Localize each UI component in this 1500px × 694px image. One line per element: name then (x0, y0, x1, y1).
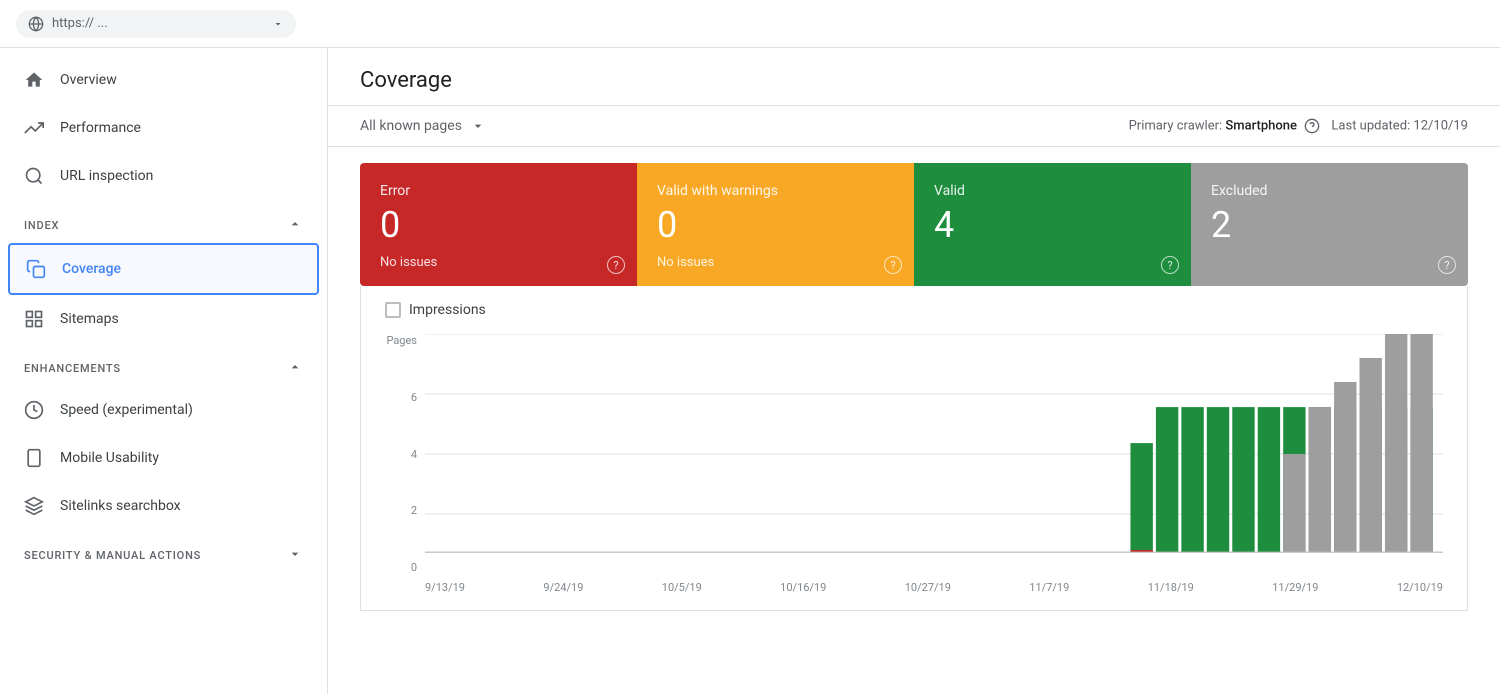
status-cards: Error 0 No issues ? Valid with warnings … (360, 163, 1468, 286)
sidebar-item-coverage[interactable]: Coverage (10, 245, 317, 293)
performance-label: Performance (60, 120, 141, 136)
x-label-7: 11/29/19 (1272, 581, 1318, 594)
main-content: Coverage All known pages Primary crawler… (328, 48, 1500, 694)
y-tick-0: 0 (411, 561, 417, 574)
excluded-label: Excluded (1211, 183, 1448, 199)
status-card-excluded[interactable]: Excluded 2 ? (1191, 163, 1468, 286)
globe-icon (28, 16, 44, 32)
x-label-1: 9/24/19 (543, 581, 583, 594)
sitelinks-searchbox-label: Sitelinks searchbox (60, 498, 181, 514)
valid-label: Valid (934, 183, 1171, 199)
home-icon (24, 70, 44, 90)
error-sub: No issues (380, 255, 617, 270)
sidebar-item-url-inspection[interactable]: URL inspection (0, 152, 327, 200)
copy-icon (26, 259, 46, 279)
x-label-5: 11/7/19 (1029, 581, 1069, 594)
enhancements-collapse-icon[interactable] (287, 359, 303, 378)
enhancements-section-header: Enhancements (0, 351, 327, 386)
top-bar: https:// ... (0, 0, 1500, 48)
excluded-help-icon[interactable]: ? (1438, 256, 1456, 274)
error-label: Error (380, 183, 617, 199)
x-label-0: 9/13/19 (425, 581, 465, 594)
url-bar[interactable]: https:// ... (16, 10, 296, 38)
chart-container: Pages 6 4 2 0 (385, 334, 1443, 594)
x-label-8: 12/10/19 (1397, 581, 1443, 594)
sitemaps-label: Sitemaps (60, 311, 119, 327)
page-title: Coverage (360, 68, 1468, 93)
index-section-header: Index (0, 208, 327, 243)
x-label-4: 10/27/19 (905, 581, 951, 594)
trending-up-icon (24, 118, 44, 138)
app-layout: Overview Performance URL inspection Inde… (0, 48, 1500, 694)
chart-section: Impressions Pages 6 4 2 0 (360, 286, 1468, 611)
index-collapse-icon[interactable] (287, 216, 303, 235)
x-label-3: 10/16/19 (780, 581, 826, 594)
sidebar-item-sitemaps[interactable]: Sitemaps (0, 295, 327, 343)
excluded-count: 2 (1211, 207, 1448, 243)
y-tick-6: 6 (411, 391, 417, 404)
valid-help-icon[interactable]: ? (1161, 256, 1179, 274)
enhancements-section-label: Enhancements (24, 362, 121, 375)
filter-dropdown[interactable]: All known pages (360, 118, 486, 134)
impressions-checkbox[interactable] (385, 302, 401, 318)
valid-count: 4 (934, 207, 1171, 243)
warning-sub: No issues (657, 255, 894, 270)
dropdown-arrow-icon[interactable] (272, 18, 284, 30)
help-circle-icon[interactable] (1304, 118, 1320, 134)
x-axis-labels: 9/13/19 9/24/19 10/5/19 10/16/19 10/27/1… (425, 581, 1443, 594)
primary-crawler-value: Smartphone (1225, 118, 1297, 133)
speed-icon (24, 400, 44, 420)
sidebar-item-speed[interactable]: Speed (experimental) (0, 386, 327, 434)
sidebar-item-sitelinks-searchbox[interactable]: Sitelinks searchbox (0, 482, 327, 530)
status-card-error[interactable]: Error 0 No issues ? (360, 163, 637, 286)
overview-label: Overview (60, 72, 117, 88)
sidebar-item-performance[interactable]: Performance (0, 104, 327, 152)
index-section-label: Index (24, 219, 59, 232)
grid-icon (24, 309, 44, 329)
sidebar: Overview Performance URL inspection Inde… (0, 48, 328, 694)
warning-count: 0 (657, 207, 894, 243)
chart-legend: Impressions (385, 302, 1443, 318)
y-label-pages: Pages (386, 334, 417, 347)
filter-info: Primary crawler: Smartphone Last updated… (1129, 118, 1468, 134)
security-section-label: Security & Manual Actions (24, 549, 201, 562)
security-section-header: Security & Manual Actions (0, 538, 327, 573)
url-inspection-label: URL inspection (60, 168, 153, 184)
filter-bar: All known pages Primary crawler: Smartph… (328, 106, 1500, 147)
sidebar-item-mobile-usability[interactable]: Mobile Usability (0, 434, 327, 482)
sidebar-item-overview[interactable]: Overview (0, 56, 327, 104)
status-card-warning[interactable]: Valid with warnings 0 No issues ? (637, 163, 914, 286)
coverage-item-wrapper: Coverage (8, 243, 319, 295)
impressions-label: Impressions (409, 302, 486, 318)
security-collapse-icon[interactable] (287, 546, 303, 565)
primary-crawler-prefix: Primary crawler: (1129, 118, 1223, 133)
y-tick-4: 4 (411, 448, 417, 461)
x-label-2: 10/5/19 (662, 581, 702, 594)
phone-icon (24, 448, 44, 468)
last-updated-value: 12/10/19 (1413, 118, 1468, 133)
error-count: 0 (380, 207, 617, 243)
page-header: Coverage (328, 48, 1500, 106)
warning-label: Valid with warnings (657, 183, 894, 199)
y-tick-2: 2 (411, 504, 417, 517)
chart-svg (425, 334, 1443, 574)
filter-label: All known pages (360, 118, 462, 134)
layers-icon (24, 496, 44, 516)
coverage-label: Coverage (62, 261, 121, 277)
search-icon (24, 166, 44, 186)
error-help-icon[interactable]: ? (607, 256, 625, 274)
y-axis: Pages 6 4 2 0 (385, 334, 425, 574)
warning-help-icon[interactable]: ? (884, 256, 902, 274)
speed-label: Speed (experimental) (60, 402, 193, 418)
filter-dropdown-icon (470, 118, 486, 134)
mobile-usability-label: Mobile Usability (60, 450, 159, 466)
last-updated-prefix: Last updated: (1331, 118, 1410, 133)
x-label-6: 11/18/19 (1148, 581, 1194, 594)
status-card-valid[interactable]: Valid 4 ? (914, 163, 1191, 286)
url-text: https:// ... (52, 16, 264, 31)
